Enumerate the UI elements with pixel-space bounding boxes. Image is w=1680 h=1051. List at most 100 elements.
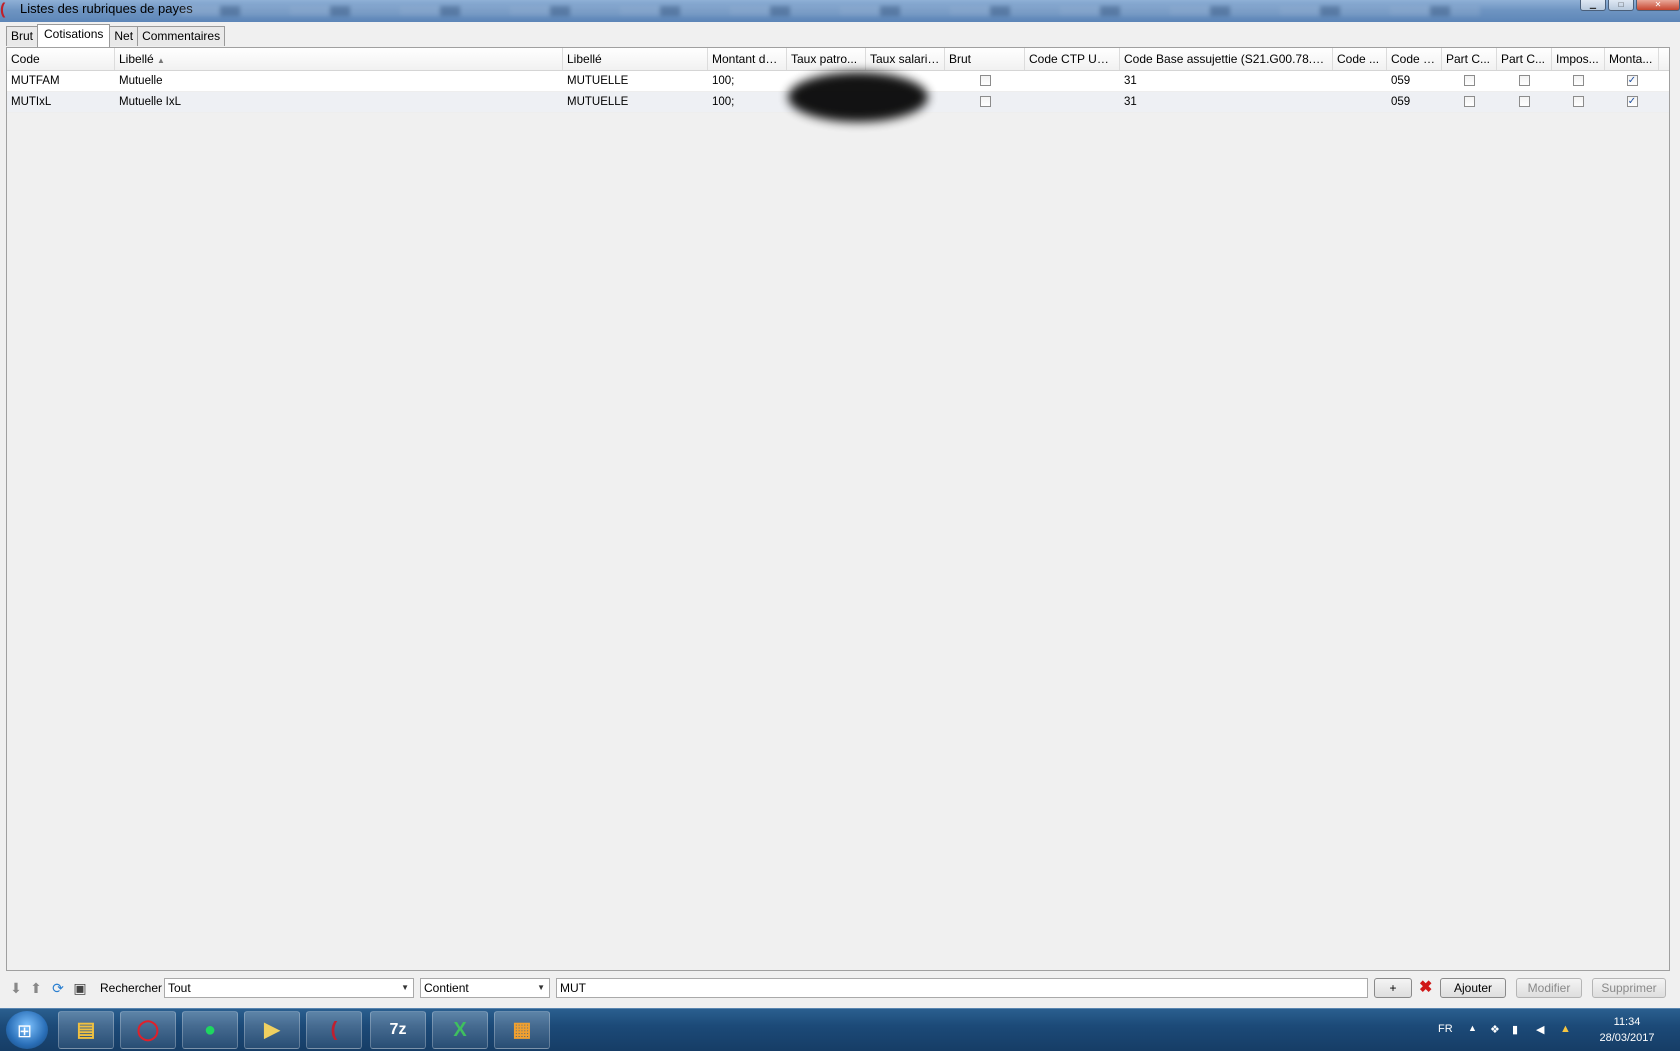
part-c-2-checkbox[interactable] bbox=[1519, 96, 1530, 108]
search-operator-value: Contient bbox=[424, 981, 469, 995]
cell-part-c-2 bbox=[1497, 92, 1552, 112]
network-icon[interactable]: ▮ bbox=[1512, 1023, 1518, 1036]
add-criteria-button[interactable]: + bbox=[1374, 978, 1412, 998]
maximize-icon[interactable]: □ bbox=[1608, 0, 1634, 11]
minimize-icon[interactable]: ▁ bbox=[1580, 0, 1606, 11]
cell-brut bbox=[945, 92, 1025, 112]
tab-cotisations[interactable]: Cotisations bbox=[37, 24, 111, 47]
media-player-icon[interactable]: ▶ bbox=[244, 1011, 300, 1049]
google-drive-icon[interactable]: ▲ bbox=[1560, 1023, 1571, 1035]
clock-time: 11:34 bbox=[1613, 1016, 1641, 1028]
7zip-icon[interactable]: 7z bbox=[370, 1011, 426, 1049]
app-icon[interactable]: ( bbox=[306, 1011, 362, 1049]
supprimer-button[interactable]: Supprimer bbox=[1592, 978, 1666, 998]
cell-libelle: Mutuelle IxL bbox=[119, 96, 182, 108]
cell-montant: 100; bbox=[712, 96, 735, 108]
window-controls: ▁ □ ✕ bbox=[1580, 0, 1680, 11]
show-hidden-icons-icon[interactable]: ▲ bbox=[1468, 1023, 1477, 1033]
close-icon[interactable]: ✕ bbox=[1636, 0, 1680, 11]
column-header-monta[interactable]: Monta... bbox=[1605, 48, 1659, 70]
cell-code: MUTFAM bbox=[11, 75, 60, 87]
tab-net[interactable]: Net bbox=[109, 26, 139, 46]
save-icon[interactable]: ▣ bbox=[72, 980, 88, 996]
tab-brut[interactable]: Brut bbox=[6, 26, 39, 46]
blurred-titlebar-area bbox=[180, 6, 1480, 16]
cell-code-base: 31 bbox=[1124, 96, 1137, 108]
start-button[interactable]: ⊞ bbox=[6, 1011, 48, 1049]
cell-monta: ✓ bbox=[1605, 92, 1659, 112]
column-header-taux-patronal[interactable]: Taux patro... bbox=[787, 48, 866, 70]
cell-impos bbox=[1552, 92, 1605, 112]
cell-code-ctp bbox=[1025, 92, 1120, 112]
spotify-icon[interactable]: ● bbox=[182, 1011, 238, 1049]
volume-icon[interactable]: ◀ bbox=[1536, 1023, 1544, 1036]
column-header-libelle[interactable]: Libellé ▲ bbox=[115, 48, 563, 70]
column-header-code-ctp[interactable]: Code CTP URS... bbox=[1025, 48, 1120, 70]
column-header-montant[interactable]: Montant de... bbox=[708, 48, 787, 70]
ajouter-button[interactable]: Ajouter bbox=[1440, 978, 1506, 998]
cell-libelle-2: MUTUELLE bbox=[567, 75, 629, 87]
cell-code-3 bbox=[1333, 71, 1387, 91]
part-c-1-checkbox[interactable] bbox=[1464, 96, 1475, 108]
file-explorer-icon[interactable]: ▤ bbox=[58, 1011, 114, 1049]
rubriques-table: Code Libellé ▲ Libellé Montant de... Tau… bbox=[6, 47, 1670, 971]
column-header-code-c[interactable]: Code c... bbox=[1387, 48, 1442, 70]
impos-checkbox[interactable] bbox=[1573, 96, 1584, 108]
column-header-libelle-2[interactable]: Libellé bbox=[563, 48, 708, 70]
move-down-icon[interactable]: ⬇ bbox=[8, 980, 24, 996]
search-field-select[interactable]: Tout ▼ bbox=[164, 978, 414, 998]
column-header-brut[interactable]: Brut bbox=[945, 48, 1025, 70]
column-header-code[interactable]: Code bbox=[7, 48, 115, 70]
app-logo-icon: ( bbox=[0, 1, 6, 18]
column-header-code-base[interactable]: Code Base assujettie (S21.G00.78.001) bbox=[1120, 48, 1333, 70]
search-operator-select[interactable]: Contient ▼ bbox=[420, 978, 550, 998]
part-c-1-checkbox[interactable] bbox=[1464, 75, 1475, 87]
clock-date: 28/03/2017 bbox=[1599, 1032, 1655, 1044]
system-clock[interactable]: 11:34 28/03/2017 bbox=[1592, 1014, 1662, 1046]
cell-code-ctp bbox=[1025, 71, 1120, 91]
cell-monta: ✓ bbox=[1605, 71, 1659, 91]
monta-checkbox[interactable]: ✓ bbox=[1626, 75, 1638, 87]
dropbox-icon[interactable]: ❖ bbox=[1490, 1023, 1500, 1036]
clear-search-icon[interactable]: ✖ bbox=[1419, 979, 1432, 997]
redacted-area bbox=[788, 72, 928, 122]
brut-checkbox[interactable] bbox=[979, 96, 991, 108]
cell-brut bbox=[945, 71, 1025, 91]
move-up-icon[interactable]: ⬆ bbox=[28, 980, 44, 996]
brut-checkbox[interactable] bbox=[979, 75, 991, 87]
tab-strip: Brut Cotisations Net Commentaires bbox=[6, 24, 226, 47]
column-header-part-c-1[interactable]: Part C... bbox=[1442, 48, 1497, 70]
column-header-impos[interactable]: Impos... bbox=[1552, 48, 1605, 70]
search-field-value: Tout bbox=[168, 981, 191, 995]
monta-checkbox[interactable]: ✓ bbox=[1626, 96, 1638, 108]
search-input[interactable] bbox=[556, 978, 1368, 998]
cell-montant: 100; bbox=[712, 75, 735, 87]
cell-part-c-1 bbox=[1442, 92, 1497, 112]
tab-commentaires[interactable]: Commentaires bbox=[137, 26, 226, 46]
modifier-button[interactable]: Modifier bbox=[1516, 978, 1582, 998]
column-header-libelle-text: Libellé bbox=[119, 52, 154, 66]
search-toolbar: ⬇ ⬆ ⟳ ▣ Rechercher Tout ▼ Contient ▼ + ✖… bbox=[6, 976, 1670, 1002]
column-header-code-3[interactable]: Code ... bbox=[1333, 48, 1387, 70]
cell-code-3 bbox=[1333, 92, 1387, 112]
cell-part-c-2 bbox=[1497, 71, 1552, 91]
cell-libelle: Mutuelle bbox=[119, 75, 163, 87]
cell-part-c-1 bbox=[1442, 71, 1497, 91]
language-indicator[interactable]: FR bbox=[1438, 1023, 1453, 1035]
table-header: Code Libellé ▲ Libellé Montant de... Tau… bbox=[7, 48, 1669, 71]
windows-logo-icon: ⊞ bbox=[17, 1021, 33, 1041]
video-app-icon[interactable]: ▦ bbox=[494, 1011, 550, 1049]
impos-checkbox[interactable] bbox=[1573, 75, 1584, 87]
opera-icon[interactable]: ◯ bbox=[120, 1011, 176, 1049]
sort-ascending-icon: ▲ bbox=[157, 56, 165, 65]
column-header-taux-salarie[interactable]: Taux salarié... bbox=[866, 48, 945, 70]
cell-code: MUTIxL bbox=[11, 96, 52, 108]
search-label: Rechercher bbox=[100, 981, 163, 995]
cell-libelle-2: MUTUELLE bbox=[567, 96, 629, 108]
column-header-part-c-2[interactable]: Part C... bbox=[1497, 48, 1552, 70]
excel-icon[interactable]: X bbox=[432, 1011, 488, 1049]
window-title: Listes des rubriques de payes bbox=[20, 1, 193, 16]
cell-code-c: 059 bbox=[1391, 96, 1411, 108]
part-c-2-checkbox[interactable] bbox=[1519, 75, 1530, 87]
refresh-icon[interactable]: ⟳ bbox=[50, 980, 66, 996]
